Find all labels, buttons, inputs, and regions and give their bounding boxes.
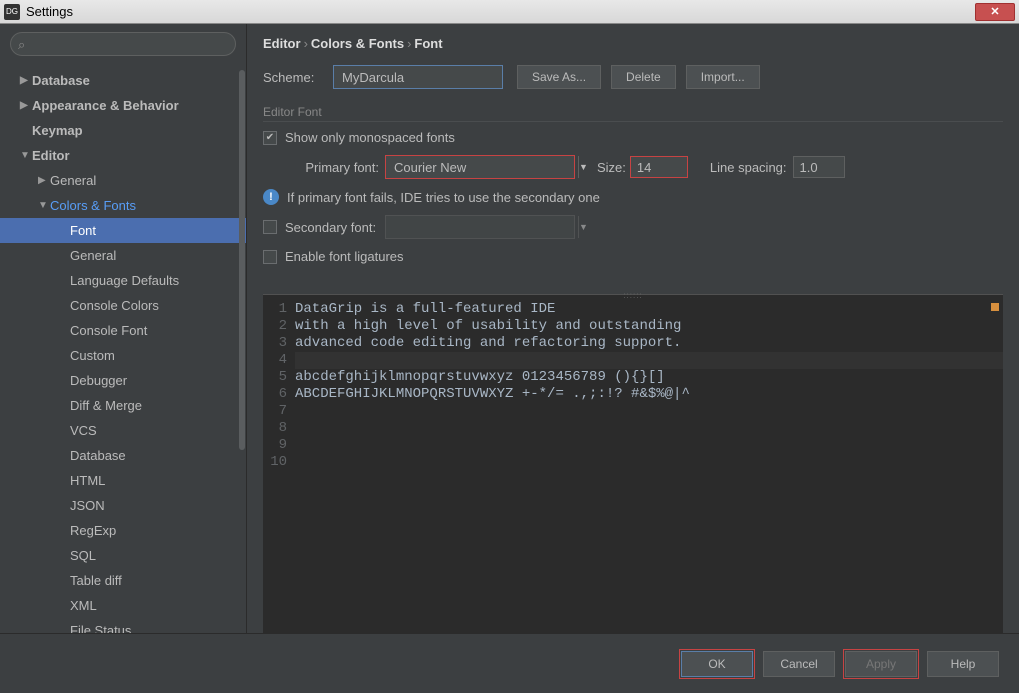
tree-item-label: Database (70, 448, 126, 463)
apply-button[interactable]: Apply (845, 651, 917, 677)
line-spacing-input[interactable] (793, 156, 845, 178)
tree-item-label: RegExp (70, 523, 116, 538)
tree-item[interactable]: ▶File Status (0, 618, 246, 633)
caret-icon: ▶ (20, 75, 32, 86)
ok-button[interactable]: OK (681, 651, 753, 677)
tree-item-label: Console Colors (70, 298, 159, 313)
tree-item[interactable]: ▶Database (0, 443, 246, 468)
tree-item[interactable]: ▶General (0, 243, 246, 268)
tree-item-label: JSON (70, 498, 105, 513)
primary-font-combo[interactable]: ▼ (385, 155, 575, 179)
tree-item[interactable]: ▼Colors & Fonts (0, 193, 246, 218)
sidebar-scrollbar[interactable] (238, 64, 246, 633)
tree-item[interactable]: ▶Console Colors (0, 293, 246, 318)
tree-item-label: Colors & Fonts (50, 198, 136, 213)
tree-item-label: General (70, 248, 116, 263)
info-text: If primary font fails, IDE tries to use … (287, 190, 600, 205)
ligatures-checkbox[interactable] (263, 250, 277, 264)
chevron-down-icon[interactable]: ▼ (578, 216, 588, 238)
tree-item[interactable]: ▶Language Defaults (0, 268, 246, 293)
line-gutter: 12345678910 (263, 301, 295, 471)
size-input[interactable] (630, 156, 688, 178)
search-input[interactable] (10, 32, 236, 56)
warning-marker-icon (991, 303, 999, 311)
tree-item[interactable]: ▼Editor (0, 143, 246, 168)
tree-item-label: Console Font (70, 323, 147, 338)
window-title: Settings (26, 4, 975, 19)
chevron-down-icon[interactable]: ▼ (578, 156, 588, 178)
tree-item-label: Table diff (70, 573, 122, 588)
tree-item[interactable]: ▶General (0, 168, 246, 193)
tree-item-label: Editor (32, 148, 70, 163)
close-button[interactable]: ✕ (975, 3, 1015, 21)
dialog-footer: OK Cancel Apply Help (0, 633, 1019, 693)
tree-item[interactable]: ▶Font (0, 218, 246, 243)
primary-font-value[interactable] (386, 156, 578, 178)
help-button[interactable]: Help (927, 651, 999, 677)
font-preview: :::::: 12345678910 DataGrip is a full-fe… (263, 294, 1003, 633)
secondary-font-combo[interactable]: ▼ (385, 215, 575, 239)
size-label: Size: (597, 160, 626, 175)
tree-item[interactable]: ▶Custom (0, 343, 246, 368)
main-panel: Editor›Colors & Fonts›Font Scheme: ▼ Sav… (247, 24, 1019, 633)
tree-item-label: SQL (70, 548, 96, 563)
tree-item-label: File Status (70, 623, 131, 633)
caret-icon: ▶ (38, 175, 50, 186)
tree-item-label: Diff & Merge (70, 398, 142, 413)
tree-item[interactable]: ▶XML (0, 593, 246, 618)
tree-item[interactable]: ▶JSON (0, 493, 246, 518)
tree-item-label: Database (32, 73, 90, 88)
close-icon: ✕ (990, 5, 999, 18)
tree-item-label: Custom (70, 348, 115, 363)
tree-item-label: General (50, 173, 96, 188)
secondary-font-label: Secondary font: (285, 220, 385, 235)
tree-item[interactable]: ▶RegExp (0, 518, 246, 543)
monospaced-label: Show only monospaced fonts (285, 130, 455, 145)
tree-item[interactable]: ▶Debugger (0, 368, 246, 393)
tree-item-label: VCS (70, 423, 97, 438)
tree-item[interactable]: ▶Console Font (0, 318, 246, 343)
tree-item-label: Debugger (70, 373, 127, 388)
tree-item-label: Keymap (32, 123, 83, 138)
caret-icon: ▼ (38, 200, 50, 211)
delete-button[interactable]: Delete (611, 65, 676, 89)
search-icon: ⌕ (18, 37, 25, 53)
tree-item-label: Font (70, 223, 96, 238)
tree-item-label: XML (70, 598, 97, 613)
ligatures-label: Enable font ligatures (285, 249, 404, 264)
tree-item[interactable]: ▶SQL (0, 543, 246, 568)
tree-item-label: Language Defaults (70, 273, 179, 288)
secondary-font-checkbox[interactable] (263, 220, 277, 234)
caret-icon: ▼ (20, 150, 32, 161)
line-spacing-label: Line spacing: (710, 160, 787, 175)
save-as-button[interactable]: Save As... (517, 65, 601, 89)
cancel-button[interactable]: Cancel (763, 651, 835, 677)
primary-font-label: Primary font: (283, 160, 379, 175)
scheme-label: Scheme: (263, 70, 333, 85)
tree-item[interactable]: ▶Diff & Merge (0, 393, 246, 418)
scheme-combo[interactable]: ▼ (333, 65, 503, 89)
breadcrumb: Editor›Colors & Fonts›Font (263, 36, 1003, 51)
preview-lines: DataGrip is a full-featured IDEwith a hi… (295, 301, 1003, 471)
sidebar: ⌕ ▶Database▶Appearance & Behavior▶Keymap… (0, 24, 247, 633)
tree-item[interactable]: ▶VCS (0, 418, 246, 443)
tree-item-label: Appearance & Behavior (32, 98, 179, 113)
tree-item[interactable]: ▶Table diff (0, 568, 246, 593)
editor-font-section: Editor Font (263, 105, 1003, 122)
tree-item-label: HTML (70, 473, 105, 488)
monospaced-checkbox[interactable] (263, 131, 277, 145)
app-logo-icon: DG (4, 4, 20, 20)
resize-grip-icon[interactable]: :::::: (623, 291, 642, 300)
tree-item[interactable]: ▶HTML (0, 468, 246, 493)
tree-item[interactable]: ▶Appearance & Behavior (0, 93, 246, 118)
caret-icon: ▶ (20, 100, 32, 111)
tree-item[interactable]: ▶Database (0, 68, 246, 93)
info-icon: ! (263, 189, 279, 205)
scheme-value[interactable] (334, 66, 526, 88)
secondary-font-value (386, 216, 578, 238)
title-bar: DG Settings ✕ (0, 0, 1019, 24)
import-button[interactable]: Import... (686, 65, 760, 89)
tree-item[interactable]: ▶Keymap (0, 118, 246, 143)
settings-tree: ▶Database▶Appearance & Behavior▶Keymap▼E… (0, 64, 246, 633)
